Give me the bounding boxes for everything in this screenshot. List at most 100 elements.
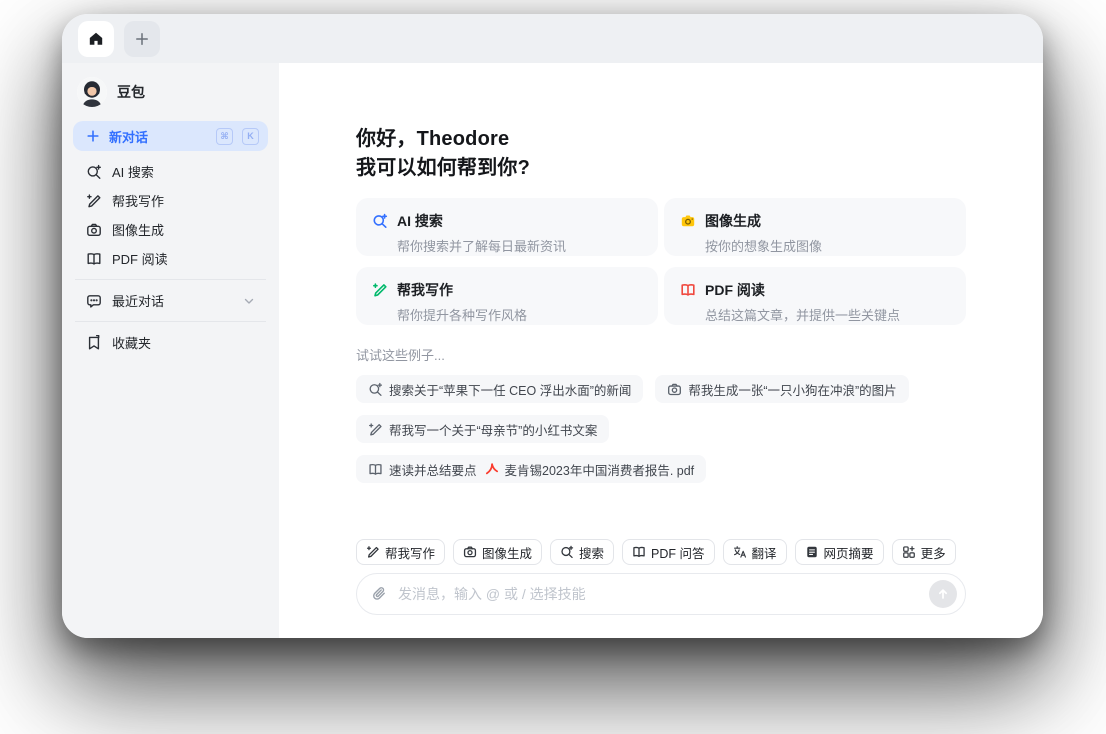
skill-label: 图像生成 bbox=[482, 546, 533, 561]
open-book-icon bbox=[368, 462, 383, 477]
open-book-icon bbox=[680, 282, 696, 298]
tab-bar bbox=[62, 14, 1043, 63]
sidebar-item-label: PDF 阅读 bbox=[112, 252, 168, 267]
feature-card-image-gen[interactable]: 图像生成 按你的想象生成图像 bbox=[664, 198, 966, 256]
webpage-icon bbox=[805, 545, 819, 559]
pdf-file-icon bbox=[485, 462, 499, 476]
shortcut-k-key: K bbox=[242, 127, 259, 145]
greeting-line-2: 我可以如何帮到你? bbox=[356, 157, 531, 179]
chip-label: 帮我写一个关于“母亲节”的小红书文案 bbox=[389, 423, 598, 438]
new-chat-label: 新对话 bbox=[109, 129, 149, 145]
home-icon bbox=[88, 31, 104, 47]
feature-card-ai-search[interactable]: AI 搜索 帮你搜索并了解每日最新资讯 bbox=[356, 198, 658, 256]
skill-label: 网页摘要 bbox=[823, 546, 874, 561]
pen-plus-icon bbox=[372, 282, 388, 298]
plus-icon bbox=[134, 31, 150, 47]
sidebar-item-recent-chats[interactable]: 最近对话 bbox=[73, 286, 268, 315]
card-title: 帮我写作 bbox=[397, 282, 453, 298]
sidebar-divider bbox=[75, 279, 266, 280]
skill-chip-more[interactable]: 更多 bbox=[891, 539, 956, 565]
message-input[interactable] bbox=[396, 585, 920, 603]
sidebar-item-image-gen[interactable]: 图像生成 bbox=[73, 215, 268, 244]
profile-name: 豆包 bbox=[117, 84, 145, 100]
chip-label: 搜索关于“苹果下一任 CEO 浮出水面”的新闻 bbox=[389, 383, 632, 398]
sidebar-item-label: 图像生成 bbox=[112, 223, 165, 238]
camera-icon bbox=[667, 382, 682, 397]
bottom-dock: 帮我写作 图像生成 搜索 PDF 问答 翻译 网页摘要 更多 发消息，输入 @ … bbox=[356, 539, 966, 615]
profile-row[interactable]: 豆包 bbox=[73, 75, 268, 121]
example-chips: 搜索关于“苹果下一任 CEO 浮出水面”的新闻 帮我生成一张“一只小狗在冲浪”的… bbox=[356, 375, 916, 483]
example-chip-write-post[interactable]: 帮我写一个关于“母亲节”的小红书文案 bbox=[356, 415, 610, 443]
example-chip-generate-image[interactable]: 帮我生成一张“一只小狗在冲浪”的图片 bbox=[655, 375, 909, 403]
open-book-icon bbox=[86, 251, 102, 267]
tab-home[interactable] bbox=[78, 20, 114, 57]
chip-label: 速读并总结要点 bbox=[389, 463, 477, 478]
example-chip-summarize-pdf[interactable]: 速读并总结要点 麦肯锡2023年中国消费者报告. pdf bbox=[356, 455, 707, 483]
camera-icon bbox=[680, 213, 696, 229]
sidebar-divider bbox=[75, 321, 266, 322]
card-title: 图像生成 bbox=[705, 213, 761, 229]
send-button[interactable] bbox=[929, 580, 957, 608]
skill-chip-pdf-qa[interactable]: PDF 问答 bbox=[622, 539, 715, 565]
camera-icon bbox=[463, 545, 477, 559]
new-tab-button[interactable] bbox=[124, 20, 160, 57]
chevron-down-icon[interactable] bbox=[243, 295, 255, 307]
new-chat-button[interactable]: 新对话 ⌘ K bbox=[73, 121, 268, 151]
greeting-line-1: 你好，Theodore bbox=[356, 128, 510, 150]
sidebar-item-label: 帮我写作 bbox=[112, 194, 165, 209]
sidebar-item-label: 收藏夹 bbox=[112, 336, 152, 351]
arrow-up-icon bbox=[936, 587, 950, 601]
examples-title: 试试这些例子... bbox=[356, 348, 445, 363]
grid-plus-icon bbox=[902, 545, 916, 559]
message-composer[interactable] bbox=[356, 573, 966, 615]
skill-label: PDF 问答 bbox=[651, 546, 705, 561]
feature-cards: AI 搜索 帮你搜索并了解每日最新资讯 图像生成 按你的想象生成图像 帮我写作 … bbox=[356, 198, 966, 325]
skill-chip-image-gen[interactable]: 图像生成 bbox=[453, 539, 543, 565]
skill-chip-write[interactable]: 帮我写作 bbox=[356, 539, 446, 565]
skill-chip-translate[interactable]: 翻译 bbox=[722, 539, 787, 565]
feature-card-pdf-read[interactable]: PDF 阅读 总结这篇文章，并提供一些关键点 bbox=[664, 267, 966, 325]
sidebar-item-pdf-read[interactable]: PDF 阅读 bbox=[73, 244, 268, 273]
sidebar-item-label: 最近对话 bbox=[112, 294, 165, 309]
chip-label: 帮我生成一张“一只小狗在冲浪”的图片 bbox=[688, 383, 897, 398]
chip-attachment-name: 麦肯锡2023年中国消费者报告. pdf bbox=[504, 463, 695, 478]
camera-icon bbox=[86, 222, 102, 238]
plus-icon bbox=[86, 129, 100, 143]
skill-label: 更多 bbox=[920, 546, 946, 561]
skill-chip-web-summary[interactable]: 网页摘要 bbox=[794, 539, 884, 565]
open-book-icon bbox=[632, 545, 646, 559]
search-sparkle-icon bbox=[372, 213, 388, 229]
skill-chip-search[interactable]: 搜索 bbox=[550, 539, 615, 565]
avatar bbox=[77, 77, 107, 107]
chat-bubble-icon bbox=[86, 293, 102, 309]
sidebar: 豆包 新对话 ⌘ K AI 搜索 帮我写作 图像生成 PDF 阅读 最近对话 收… bbox=[62, 63, 279, 638]
search-sparkle-icon bbox=[86, 164, 102, 180]
shortcut-cmd-key: ⌘ bbox=[216, 127, 233, 145]
card-desc: 总结这篇文章，并提供一些关键点 bbox=[705, 308, 901, 323]
sidebar-item-ai-search[interactable]: AI 搜索 bbox=[73, 157, 268, 186]
skill-label: 搜索 bbox=[579, 546, 605, 561]
sidebar-item-label: AI 搜索 bbox=[112, 165, 154, 180]
search-sparkle-icon bbox=[368, 382, 383, 397]
sidebar-item-favorites[interactable]: 收藏夹 bbox=[73, 328, 268, 357]
sidebar-item-write[interactable]: 帮我写作 bbox=[73, 186, 268, 215]
skill-bar: 帮我写作 图像生成 搜索 PDF 问答 翻译 网页摘要 更多 bbox=[356, 539, 966, 565]
pen-plus-icon bbox=[368, 422, 383, 437]
search-sparkle-icon bbox=[560, 545, 574, 559]
pen-plus-icon bbox=[366, 545, 380, 559]
skill-label: 翻译 bbox=[751, 546, 777, 561]
pen-plus-icon bbox=[86, 193, 102, 209]
card-title: PDF 阅读 bbox=[705, 282, 765, 298]
card-title: AI 搜索 bbox=[397, 213, 443, 229]
translate-icon bbox=[733, 545, 747, 559]
main-area: 你好，Theodore 我可以如何帮到你? AI 搜索 帮你搜索并了解每日最新资… bbox=[279, 63, 1043, 638]
card-desc: 帮你搜索并了解每日最新资讯 bbox=[397, 239, 567, 254]
paperclip-icon[interactable] bbox=[371, 586, 387, 602]
card-desc: 按你的想象生成图像 bbox=[705, 239, 823, 254]
example-chip-search-news[interactable]: 搜索关于“苹果下一任 CEO 浮出水面”的新闻 bbox=[356, 375, 644, 403]
app-window: 豆包 新对话 ⌘ K AI 搜索 帮我写作 图像生成 PDF 阅读 最近对话 收… bbox=[62, 14, 1043, 638]
skill-label: 帮我写作 bbox=[385, 546, 436, 561]
feature-card-write[interactable]: 帮我写作 帮你提升各种写作风格 bbox=[356, 267, 658, 325]
bookmark-icon bbox=[86, 334, 102, 351]
card-desc: 帮你提升各种写作风格 bbox=[397, 308, 528, 323]
